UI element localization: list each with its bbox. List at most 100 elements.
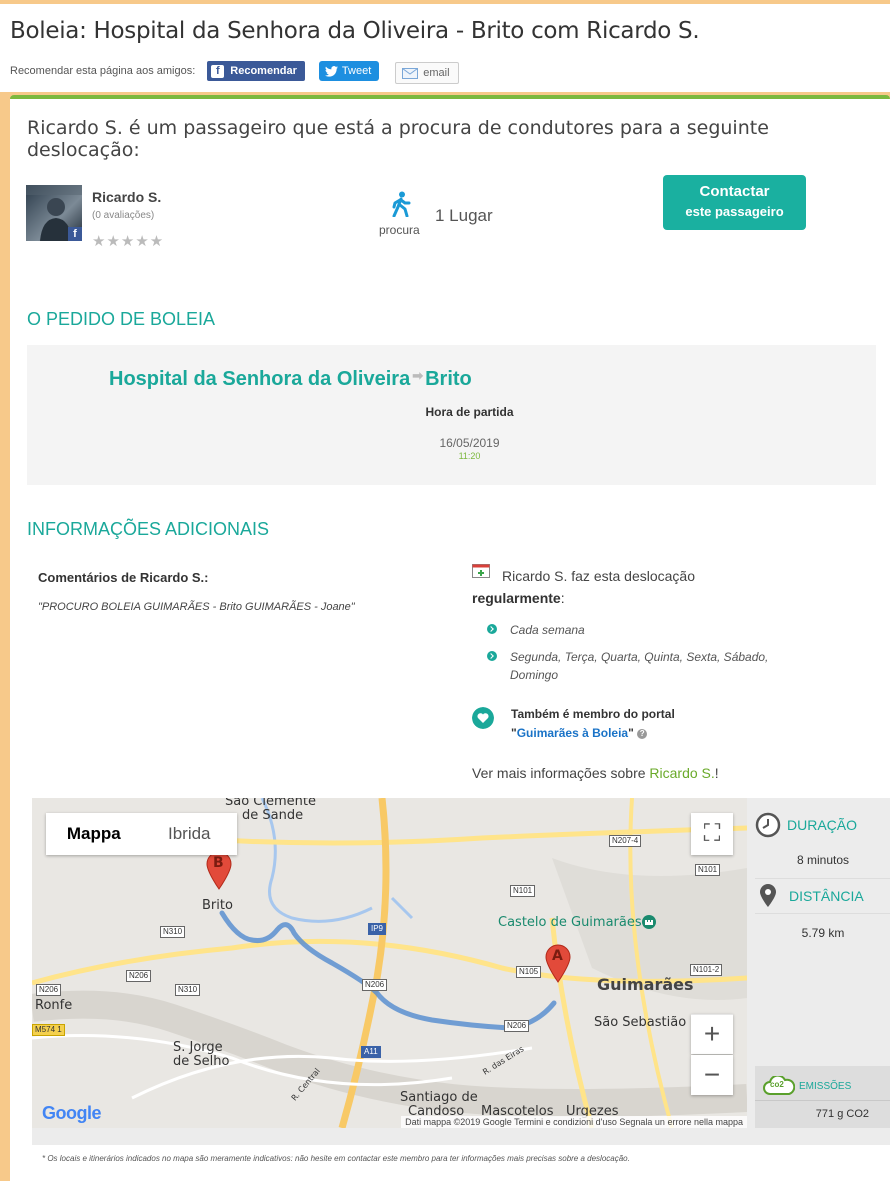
departure-label: Hora de partida xyxy=(425,405,514,419)
rating-stars: ★★★★★ xyxy=(92,233,165,250)
duration-label: DURAÇÃO xyxy=(787,817,858,833)
road-shield: N101-2 xyxy=(690,964,723,976)
email-button[interactable]: email xyxy=(395,62,459,84)
road-shield: M574 1 xyxy=(32,1024,65,1036)
road-shield: N310 xyxy=(160,926,186,938)
user-reviews: (0 avaliações) xyxy=(92,210,155,221)
seats-count: 1 Lugar xyxy=(435,206,493,225)
trip-summary: Hospital da Senhora da Oliveira ➡ Brito Ho… xyxy=(27,345,876,485)
duration-heading: DURAÇÃO xyxy=(755,812,857,838)
email-label: email xyxy=(423,67,450,79)
facebook-recommend-button[interactable]: f Recomendar xyxy=(207,61,305,81)
clock-icon xyxy=(755,812,781,838)
envelope-icon xyxy=(402,67,419,79)
tab-hybrid[interactable]: Ibrida xyxy=(142,813,238,855)
portal-member-line1: Também é membro do portal xyxy=(511,707,675,721)
zoom-divider xyxy=(691,1014,733,1015)
map-attribution[interactable]: Dati mappa ©2019 Google Termini e condiz… xyxy=(401,1116,747,1128)
distance-label: DISTÂNCIA xyxy=(789,888,864,904)
marker-b-label: B xyxy=(213,855,224,871)
emissions-label: EMISSÕES xyxy=(799,1081,852,1092)
frequency-text: Cada semana xyxy=(510,623,585,637)
tweet-button[interactable]: Tweet xyxy=(318,61,380,81)
chevron-bullet-icon xyxy=(487,651,497,661)
share-row: Recomendar esta página aos amigos: f Rec… xyxy=(10,58,459,84)
tweet-label: Tweet xyxy=(341,65,372,77)
regular-trip-line2: regularmente: xyxy=(472,590,565,606)
more-info-line: Ver mais informações sobre Ricardo S.! xyxy=(472,765,719,781)
map-place-label: Brito xyxy=(202,898,233,913)
map-place-label: Castelo de Guimarães xyxy=(498,915,642,930)
map-pin-icon xyxy=(760,884,776,907)
facebook-icon: f xyxy=(211,64,225,78)
departure-time: 11:20 xyxy=(458,451,481,461)
comments-label: Comentários de Ricardo S.: xyxy=(38,570,209,585)
calendar-icon xyxy=(472,564,490,578)
map-container: São Clemente de Sande Brito Ronfe Castel… xyxy=(32,798,890,1145)
avatar[interactable]: f xyxy=(26,185,82,241)
road-shield: N101 xyxy=(695,864,721,876)
regular-colon: : xyxy=(560,590,565,606)
route-map[interactable]: São Clemente de Sande Brito Ronfe Castel… xyxy=(32,798,747,1128)
contact-button-line2: este passageiro xyxy=(685,204,784,219)
ride-request-card: Ricardo S. é um passageiro que está a pr… xyxy=(10,95,890,792)
route: Hospital da Senhora da Oliveira ➡ Brito xyxy=(109,368,472,391)
map-place-label: Ronfe xyxy=(35,998,73,1013)
road-shield: N105 xyxy=(516,966,542,978)
user-name[interactable]: Ricardo S. xyxy=(92,189,161,205)
fullscreen-button[interactable]: ⛶ xyxy=(691,813,733,855)
more-info-prefix: Ver mais informações sobre xyxy=(472,765,650,781)
facebook-recommend-label: Recomendar xyxy=(230,65,297,77)
portal-link[interactable]: Guimarães à Boleia xyxy=(517,726,628,740)
facebook-badge-icon: f xyxy=(68,227,82,241)
map-section: São Clemente de Sande Brito Ronfe Castel… xyxy=(10,790,890,1181)
more-info-suffix: ! xyxy=(714,765,719,781)
map-place-label: São Sebastião xyxy=(594,1015,687,1030)
map-place-label: S. Jorge xyxy=(173,1040,223,1055)
portal-member-line2: "Guimarães à Boleia" ? xyxy=(511,726,648,740)
duration-value: 8 minutos xyxy=(796,853,850,867)
seats-caption: procura xyxy=(379,223,420,237)
castle-poi-icon xyxy=(642,915,656,929)
tab-map[interactable]: Mappa xyxy=(46,813,142,855)
route-origin: Hospital da Senhora da Oliveira xyxy=(109,368,411,390)
divider xyxy=(755,913,890,914)
map-place-label: de Sande xyxy=(242,808,304,823)
google-logo[interactable]: Google xyxy=(42,1103,102,1124)
contact-button-line1: Contactar xyxy=(699,183,770,200)
emissions-value: 771 g CO2 xyxy=(815,1108,869,1120)
road-shield: A11 xyxy=(361,1046,381,1058)
map-disclaimer: * Os locais e itinerários indicados no m… xyxy=(42,1154,630,1163)
road-shield: N101 xyxy=(510,885,536,897)
regular-trip-line1: Ricardo S. faz esta deslocação xyxy=(502,568,695,584)
contact-passenger-button[interactable]: Contactar este passageiro xyxy=(663,175,806,230)
map-place-label: Santiago de xyxy=(400,1090,478,1105)
divider xyxy=(755,1100,890,1101)
comments-text: "PROCURO BOLEIA GUIMARÃES - Brito GUIMAR… xyxy=(38,601,355,613)
request-heading: O PEDIDO DE BOLEIA xyxy=(27,309,216,329)
more-info-user-link[interactable]: Ricardo S. xyxy=(649,765,714,781)
trip-stats: DURAÇÃO 8 minutos DISTÂNCIA 5.79 km co2 … xyxy=(755,798,890,1128)
days-text: Segunda, Terça, Quarta, Quinta, Sexta, S… xyxy=(510,650,769,682)
page-header: Boleia: Hospital da Senhora da Oliveira … xyxy=(0,0,890,92)
co2-glyph: co2 xyxy=(770,1080,784,1089)
road-shield: N310 xyxy=(175,984,201,996)
departure-date: 16/05/2019 xyxy=(439,436,500,450)
road-shield: N206 xyxy=(36,984,62,996)
chevron-bullet-icon xyxy=(487,624,497,634)
distance-heading: DISTÂNCIA xyxy=(755,884,864,908)
road-shield: N207-4 xyxy=(609,835,642,847)
zoom-in-button[interactable]: + xyxy=(691,1014,733,1054)
map-place-label: Guimarães xyxy=(597,975,694,994)
road-shield: N206 xyxy=(126,970,152,982)
road-shield: N206 xyxy=(504,1020,530,1032)
help-icon[interactable]: ? xyxy=(637,728,648,739)
share-label: Recomendar esta página aos amigos: xyxy=(10,65,196,77)
divider xyxy=(755,878,890,879)
map-place-label: de Selho xyxy=(173,1054,230,1069)
emissions-box: co2 EMISSÕES 771 g CO2 xyxy=(755,1066,890,1128)
road-shield: N206 xyxy=(362,979,388,991)
map-type-switcher: Mappa Ibrida xyxy=(46,813,237,855)
page-title: Boleia: Hospital da Senhora da Oliveira … xyxy=(10,18,700,44)
zoom-out-button[interactable]: − xyxy=(691,1055,733,1095)
